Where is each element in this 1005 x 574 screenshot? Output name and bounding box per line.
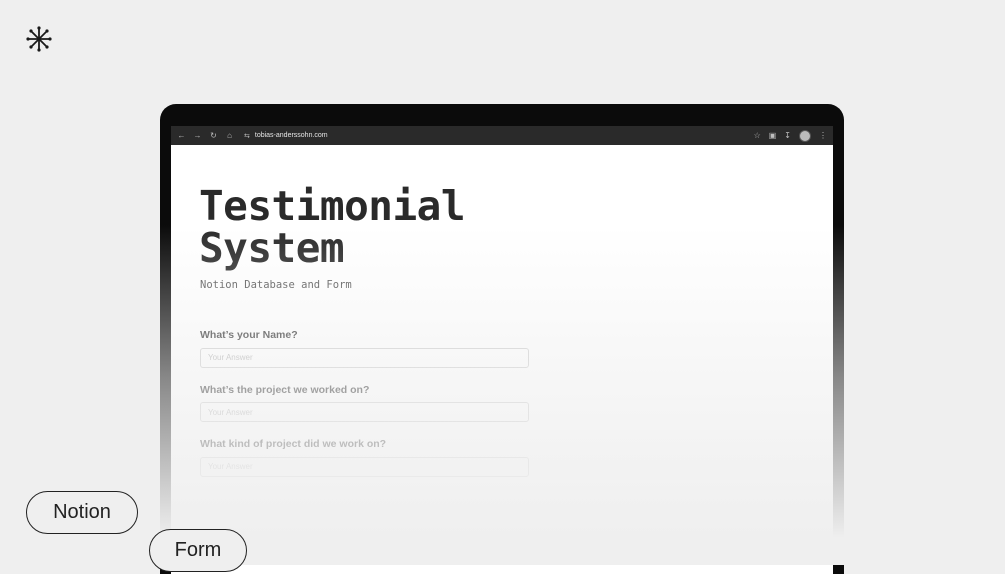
tag-form: Form [149,529,247,572]
home-icon[interactable]: ⌂ [225,131,234,140]
forward-arrow-icon[interactable]: → [193,131,202,140]
question-label: What’s your Name? [200,329,298,341]
page-title: Testimonial System [199,185,519,269]
title-line-2: System [199,224,345,272]
profile-avatar[interactable] [799,129,811,142]
download-icon[interactable]: ↧ [784,131,791,140]
reload-icon[interactable]: ↻ [209,131,218,140]
url-text: tobias-anderssohn.com [254,132,328,139]
question-project-kind: What kind of project did we work on? [200,438,805,477]
laptop-mockup: ← → ↻ ⌂ ⇆ tobias-anderssohn.com ☆ ▣ ↧ ⋮ … [160,104,844,574]
project-input[interactable] [200,402,529,422]
laptop-screen: ← → ↻ ⌂ ⇆ tobias-anderssohn.com ☆ ▣ ↧ ⋮ … [171,126,833,574]
question-name: What’s your Name? [200,329,805,368]
star-icon[interactable]: ☆ [754,131,761,140]
extensions-icon[interactable]: ▣ [769,131,777,140]
address-bar[interactable]: ⇆ tobias-anderssohn.com [244,132,328,140]
snowflake-logo-icon [26,26,52,52]
project-kind-input[interactable] [200,456,529,477]
question-project: What’s the project we worked on? [200,383,805,422]
site-settings-icon[interactable]: ⇆ [244,132,250,140]
page-subtitle: Notion Database and Form [200,279,352,291]
back-arrow-icon[interactable]: ← [177,131,186,140]
question-label: What kind of project did we work on? [200,438,387,450]
browser-toolbar: ← → ↻ ⌂ ⇆ tobias-anderssohn.com ☆ ▣ ↧ ⋮ [171,126,833,145]
question-label: What’s the project we worked on? [200,383,370,396]
more-menu-icon[interactable]: ⋮ [819,131,827,140]
form-page: Testimonial System Notion Database and F… [171,145,833,477]
tag-notion: Notion [26,491,138,534]
title-line-1: Testimonial [199,182,466,230]
name-input[interactable] [200,347,529,368]
testimonial-form: What’s your Name? What’s the project we … [200,329,805,477]
